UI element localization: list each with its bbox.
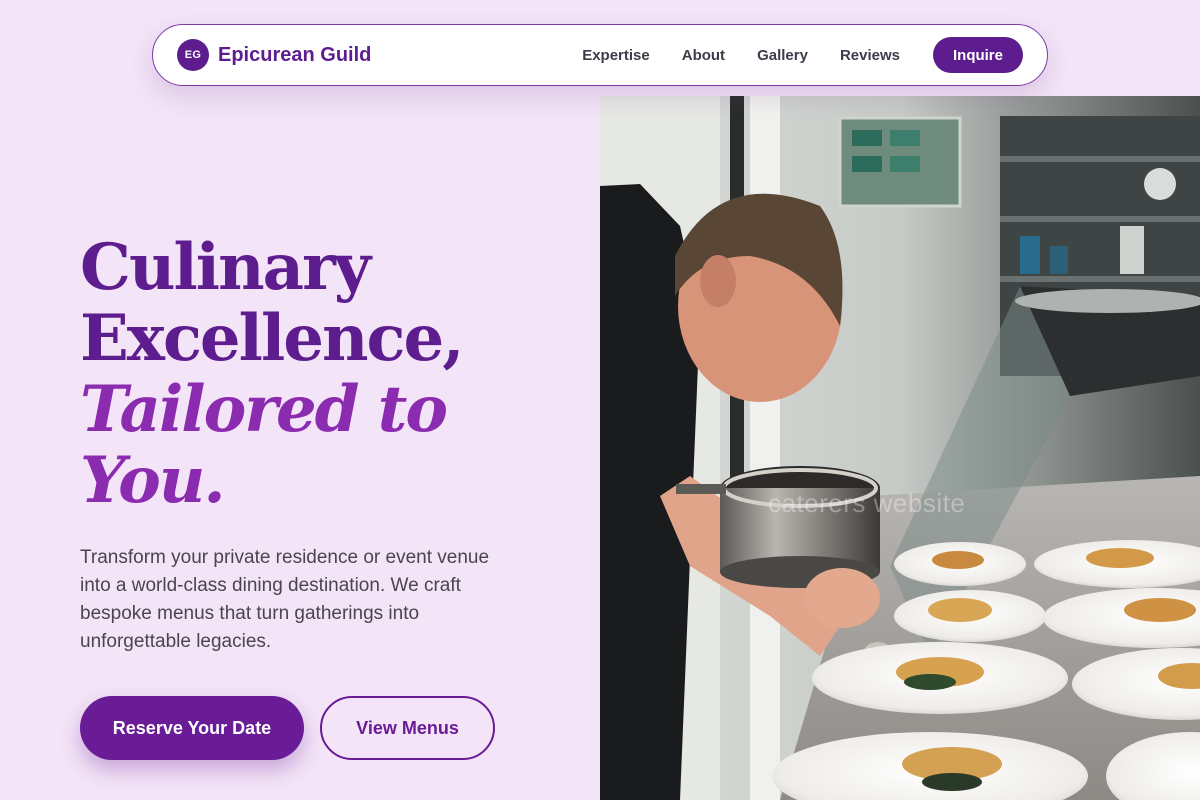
headline-line-4: You. (80, 443, 226, 518)
nav-link-gallery[interactable]: Gallery (757, 47, 808, 64)
nav-links: Expertise About Gallery Reviews Inquire (582, 37, 1023, 73)
hero-section: Culinary Excellence, Tailored to You. Tr… (80, 232, 580, 656)
photo-watermark: caterers website (768, 488, 966, 518)
headline-line-3: Tailored to (80, 372, 448, 447)
headline-line-1: Culinary (80, 230, 371, 305)
chef-plating-dishes-photo: caterers website (600, 96, 1200, 800)
headline-line-2: Excellence, (80, 301, 464, 376)
hero-headline: Culinary Excellence, Tailored to You. (80, 232, 580, 516)
view-menus-button[interactable]: View Menus (320, 696, 495, 760)
nav-link-about[interactable]: About (682, 47, 725, 64)
nav-link-expertise[interactable]: Expertise (582, 47, 650, 64)
nav-link-reviews[interactable]: Reviews (840, 47, 900, 64)
hero-description: Transform your private residence or even… (80, 547, 490, 652)
inquire-button[interactable]: Inquire (932, 37, 1023, 73)
reserve-date-button[interactable]: Reserve Your Date (80, 696, 304, 760)
hero-actions: Reserve Your Date View Menus (80, 696, 495, 760)
brand-name: Epicurean Guild (218, 43, 372, 66)
brand-badge: EG (177, 39, 209, 71)
top-navigation: EG Epicurean Guild Expertise About Galle… (152, 24, 1048, 86)
brand-logo[interactable]: EG Epicurean Guild (177, 39, 371, 71)
photo-illustration (600, 96, 1200, 800)
